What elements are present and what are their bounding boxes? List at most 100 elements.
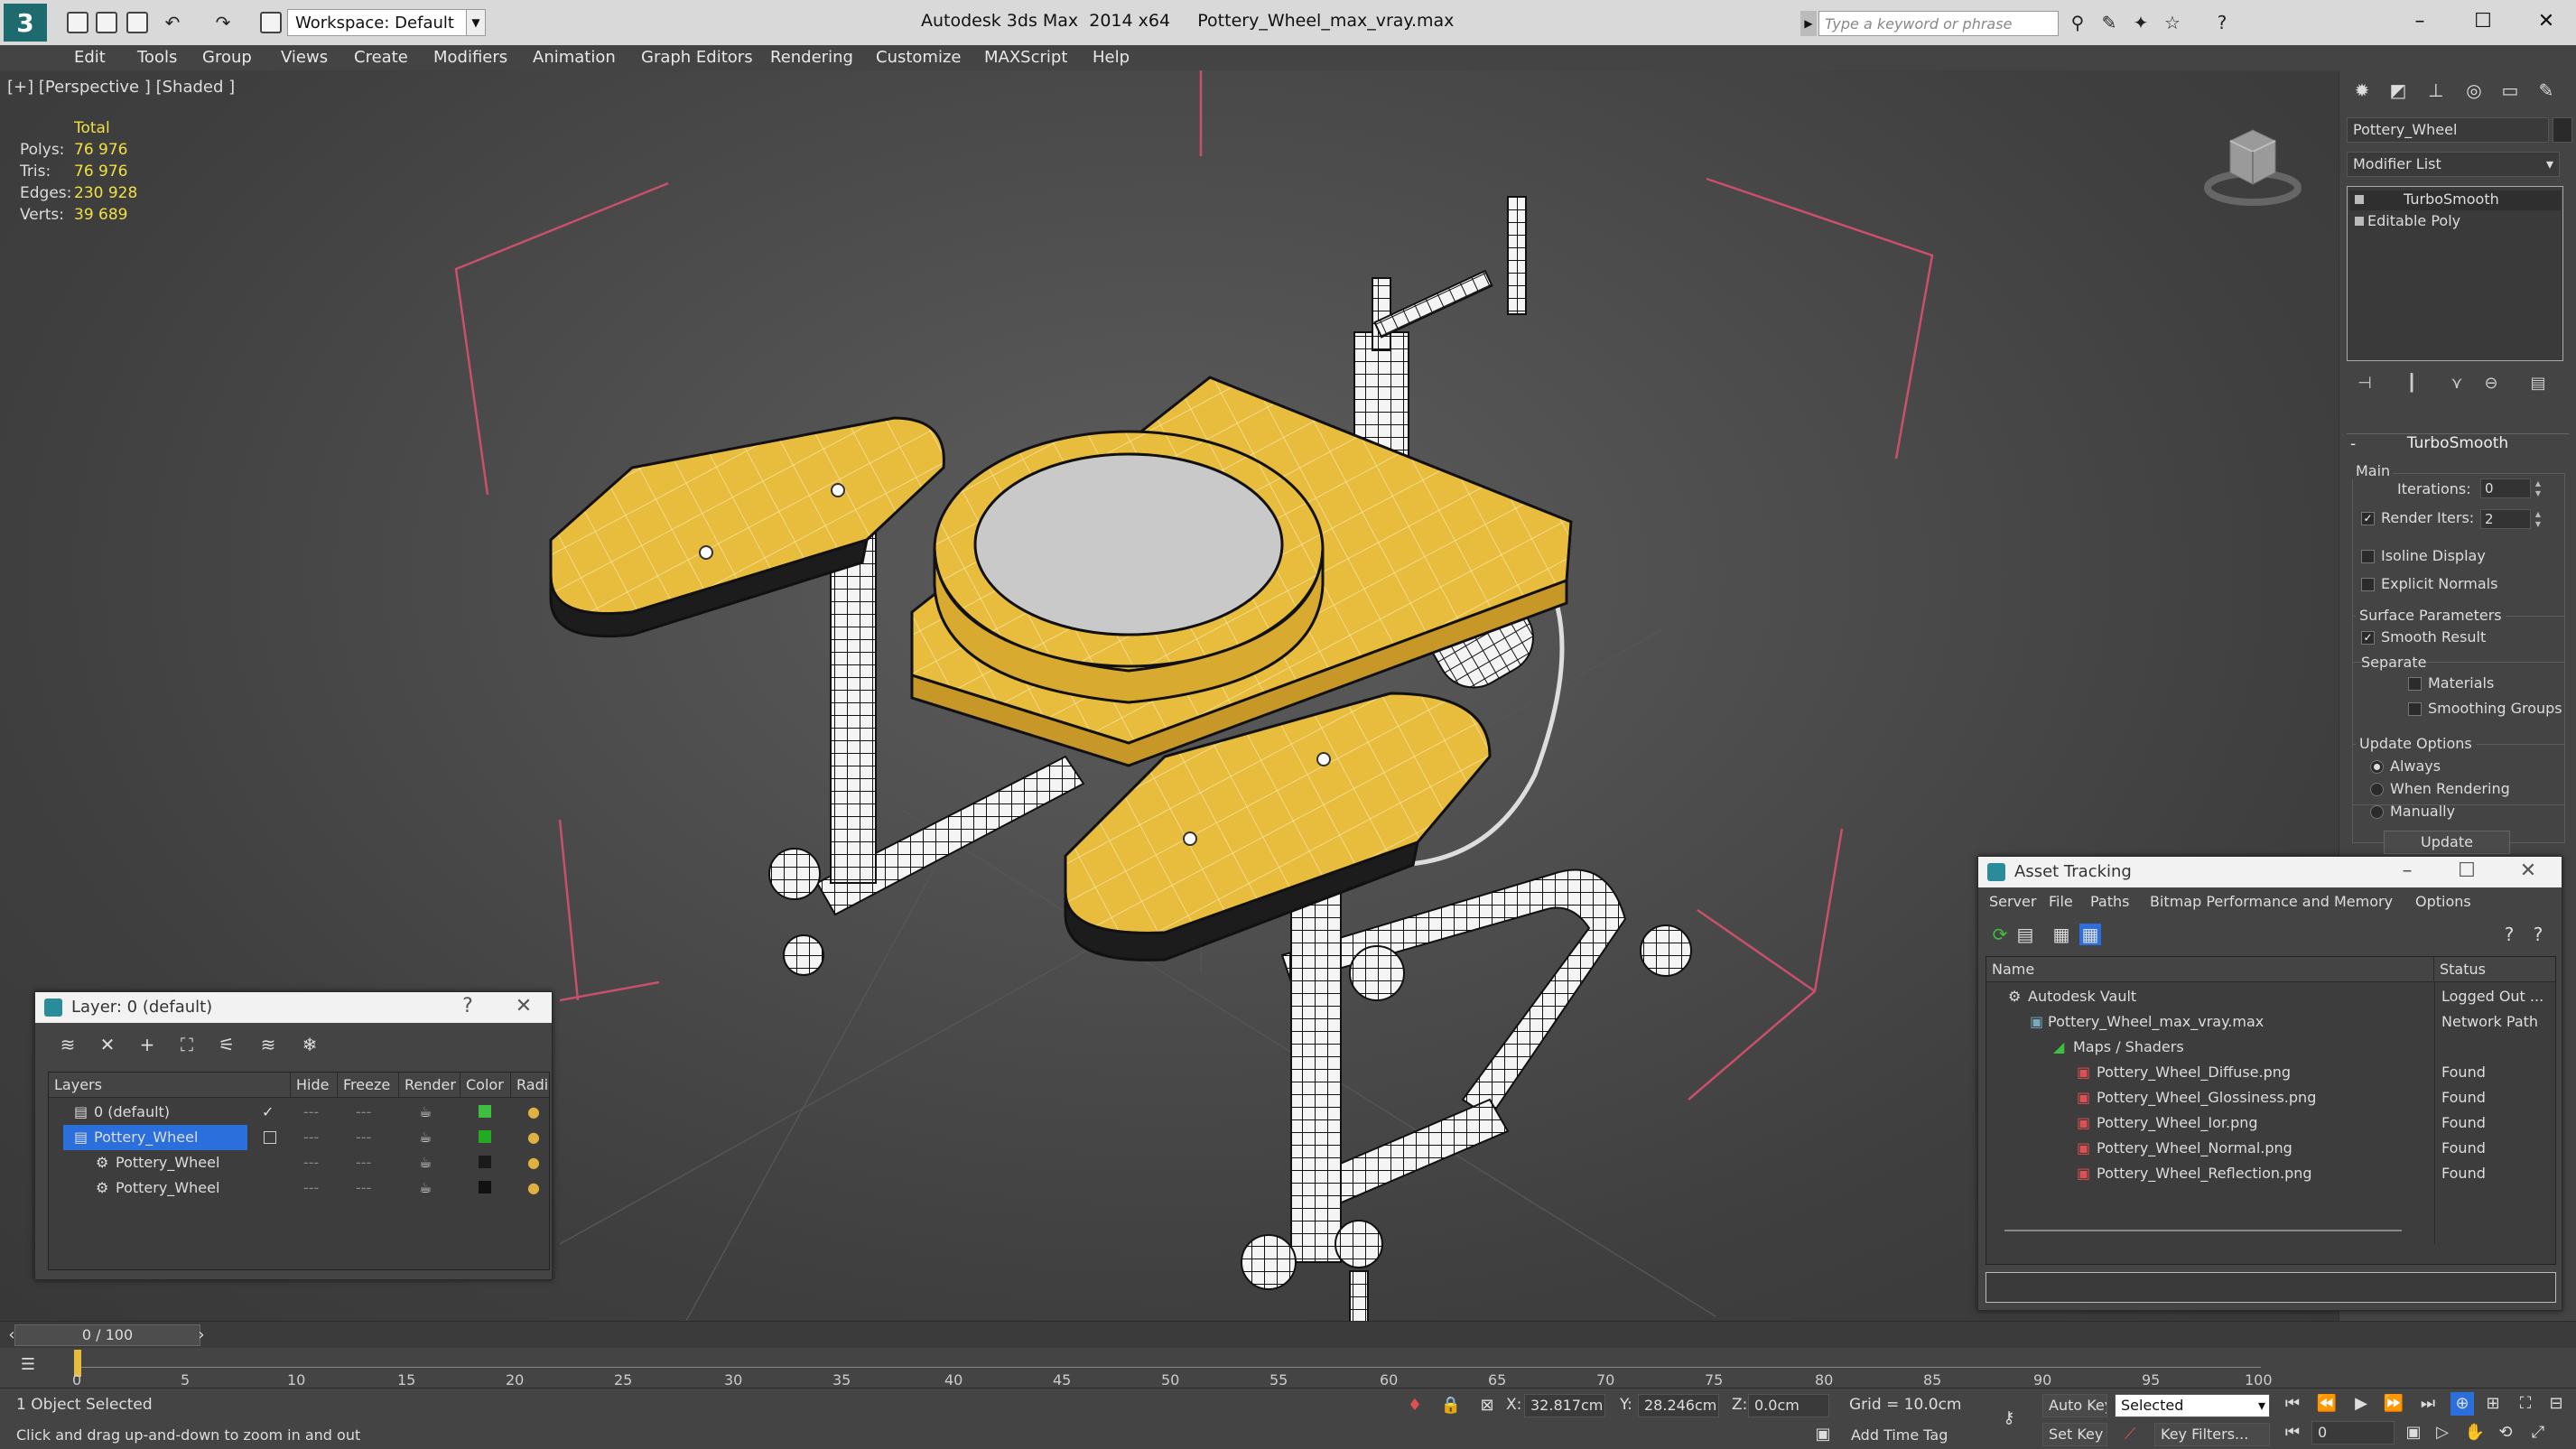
collapse-icon[interactable]: - — [2350, 435, 2356, 453]
menu-customize[interactable]: Customize — [876, 48, 961, 67]
column-header-status[interactable]: Status — [2434, 957, 2555, 982]
menu-edit[interactable]: Edit — [74, 48, 106, 67]
minimize-button[interactable]: – — [2394, 859, 2421, 882]
add-to-layer-icon[interactable]: + — [136, 1034, 158, 1055]
display-tab-icon[interactable]: ▭ — [2495, 79, 2525, 107]
menu-tools[interactable]: Tools — [137, 48, 177, 67]
column-header-hide[interactable]: Hide — [291, 1073, 338, 1098]
open-file-icon[interactable] — [96, 12, 117, 33]
menu-animation[interactable]: Animation — [533, 48, 616, 67]
workspace-select[interactable]: Workspace: Default ▾ — [287, 9, 486, 36]
project-folder-icon[interactable] — [260, 12, 282, 33]
orbit-icon[interactable]: ⟲ — [2494, 1421, 2517, 1444]
stack-item-turbosmooth[interactable]: TurboSmooth — [2349, 190, 2561, 210]
column-header-freeze[interactable]: Freeze — [338, 1073, 399, 1098]
next-frame-arrow-icon[interactable]: › — [190, 1324, 213, 1347]
layer-row[interactable]: ▤ Pottery_Wheel --- --- ☕ ● — [49, 1125, 549, 1150]
freeze-all-icon[interactable]: ❄ — [299, 1034, 321, 1055]
make-unique-icon[interactable]: ⋎ — [2446, 374, 2468, 395]
auto-key-button[interactable]: Auto Key — [2042, 1394, 2107, 1417]
refresh-icon[interactable]: ⟳ — [1989, 924, 2011, 945]
object-color-swatch[interactable] — [479, 1156, 491, 1168]
current-frame-input[interactable]: 0 — [2311, 1421, 2395, 1444]
spinner-arrows-icon[interactable]: ▲ ▼ — [2533, 478, 2543, 498]
layer-window-titlebar[interactable]: Layer: 0 (default) ? ✕ — [35, 992, 552, 1023]
search-input[interactable]: Type a keyword or phrase — [1818, 11, 2059, 36]
render-teapot-icon[interactable]: ☕ — [419, 1103, 432, 1120]
object-color-swatch[interactable] — [479, 1181, 491, 1194]
object-color-swatch[interactable] — [2553, 117, 2572, 143]
help-options-icon[interactable]: ? — [2527, 924, 2549, 945]
subscription-icon[interactable]: ✎ — [2099, 13, 2119, 33]
time-config-icon[interactable]: ▣ — [2402, 1421, 2425, 1444]
help-button[interactable]: ? — [454, 995, 481, 1017]
app-logo-icon[interactable]: 3 — [4, 4, 47, 42]
column-header-name[interactable]: Name — [1986, 957, 2434, 982]
search-expand-icon[interactable]: ▶ — [1800, 11, 1817, 36]
asset-row[interactable]: ▣ Pottery_Wheel_Ior.png Found — [1986, 1110, 2555, 1136]
new-file-icon[interactable] — [67, 12, 88, 33]
radiosity-icon[interactable]: ● — [527, 1154, 540, 1171]
menu-graph-editors[interactable]: Graph Editors — [641, 48, 753, 67]
freeze-toggle[interactable]: --- — [356, 1154, 371, 1171]
favorites-star-icon[interactable]: ☆ — [2162, 13, 2182, 33]
menu-server[interactable]: Server — [1989, 893, 2036, 910]
modifier-list-dropdown[interactable]: Modifier List ▾ — [2347, 152, 2560, 177]
asset-window-titlebar[interactable]: Asset Tracking – ☐ ✕ — [1978, 857, 2562, 887]
layer-color-swatch[interactable] — [479, 1130, 491, 1143]
show-end-result-icon[interactable]: ┃ — [2401, 374, 2423, 395]
delete-layer-icon[interactable]: ✕ — [97, 1034, 118, 1055]
close-button[interactable]: ✕ — [2515, 859, 2542, 882]
freeze-toggle[interactable]: --- — [356, 1103, 371, 1120]
isolate-icon[interactable]: ♦ — [1403, 1394, 1427, 1417]
lightbulb-icon[interactable] — [2355, 195, 2364, 204]
maximize-viewport-icon[interactable]: ⤢ — [2526, 1421, 2550, 1444]
asset-row[interactable]: ▣ Pottery_Wheel_Normal.png Found — [1986, 1136, 2555, 1161]
asset-path-field[interactable] — [1985, 1272, 2556, 1303]
isoline-display-checkbox[interactable] — [2361, 550, 2375, 563]
menu-rendering[interactable]: Rendering — [770, 48, 853, 67]
pan-hand-icon[interactable]: ✋ — [2463, 1421, 2487, 1444]
zoom-extents-all-icon[interactable]: ⊟ — [2544, 1392, 2568, 1416]
maximize-button[interactable]: ☐ — [2453, 859, 2480, 882]
hide-toggle[interactable]: --- — [303, 1154, 319, 1171]
layer-row[interactable]: ▤ 0 (default) ✓ --- --- ☕ ● — [49, 1100, 549, 1125]
field-of-view-icon[interactable]: ▷ — [2431, 1421, 2454, 1444]
menu-file[interactable]: File — [2049, 893, 2073, 910]
time-slider-knob[interactable]: 0 / 100 — [14, 1324, 200, 1346]
asset-row[interactable]: ▣ Pottery_Wheel_max_vray.max Network Pat… — [1986, 1009, 2555, 1035]
configure-sets-icon[interactable]: ▤ — [2527, 374, 2549, 395]
object-name-input[interactable]: Pottery_Wheel — [2347, 117, 2549, 143]
explicit-normals-checkbox[interactable] — [2361, 578, 2375, 591]
zoom-extents-icon[interactable]: ⛶ — [2514, 1392, 2537, 1416]
menu-bitmap-performance[interactable]: Bitmap Performance and Memory — [2150, 893, 2393, 910]
communication-icon[interactable]: ✦ — [2131, 13, 2151, 33]
expand-icon[interactable] — [2355, 217, 2364, 226]
active-checkbox[interactable] — [264, 1131, 276, 1144]
radiosity-icon[interactable]: ● — [527, 1179, 540, 1196]
smooth-result-checkbox[interactable]: ✓ — [2361, 631, 2375, 645]
smoothing-groups-checkbox[interactable] — [2408, 702, 2422, 716]
update-button[interactable]: Update — [2384, 831, 2510, 854]
hierarchy-tab-icon[interactable]: ⊥ — [2421, 79, 2451, 107]
add-time-tag[interactable]: Add Time Tag — [1851, 1426, 1948, 1444]
menu-views[interactable]: Views — [281, 48, 328, 67]
hide-toggle[interactable]: --- — [303, 1179, 319, 1196]
stack-item-editable-poly[interactable]: Editable Poly — [2349, 212, 2561, 232]
zoom-icon[interactable]: ⊕ — [2450, 1392, 2474, 1416]
thumbnail-view-icon[interactable]: ▦ — [2051, 924, 2072, 945]
absolute-mode-icon[interactable]: ⊠ — [1475, 1394, 1499, 1417]
pin-stack-icon[interactable]: ⊣ — [2354, 374, 2376, 395]
time-slider[interactable]: ‹ 0 / 100 › — [0, 1321, 2576, 1348]
selection-lock-icon[interactable]: 🔒 — [1439, 1394, 1463, 1417]
asset-row[interactable]: ▣ Pottery_Wheel_Reflection.png Found — [1986, 1161, 2555, 1186]
column-header-layers[interactable]: Layers — [49, 1073, 291, 1098]
viewport-label[interactable]: [+] [Perspective ] [Shaded ] — [7, 78, 235, 97]
asset-row[interactable]: ⚙ Autodesk Vault Logged Out ... — [1986, 984, 2555, 1009]
render-iters-spinner[interactable]: 2 — [2480, 509, 2531, 529]
create-tab-sun-icon[interactable]: ✹ — [2347, 79, 2377, 107]
create-layer-icon[interactable]: ≋ — [57, 1034, 79, 1055]
select-objects-icon[interactable]: ⛶ — [176, 1034, 198, 1055]
help-icon[interactable]: ? — [2498, 924, 2520, 945]
hide-toggle[interactable]: --- — [303, 1103, 319, 1120]
